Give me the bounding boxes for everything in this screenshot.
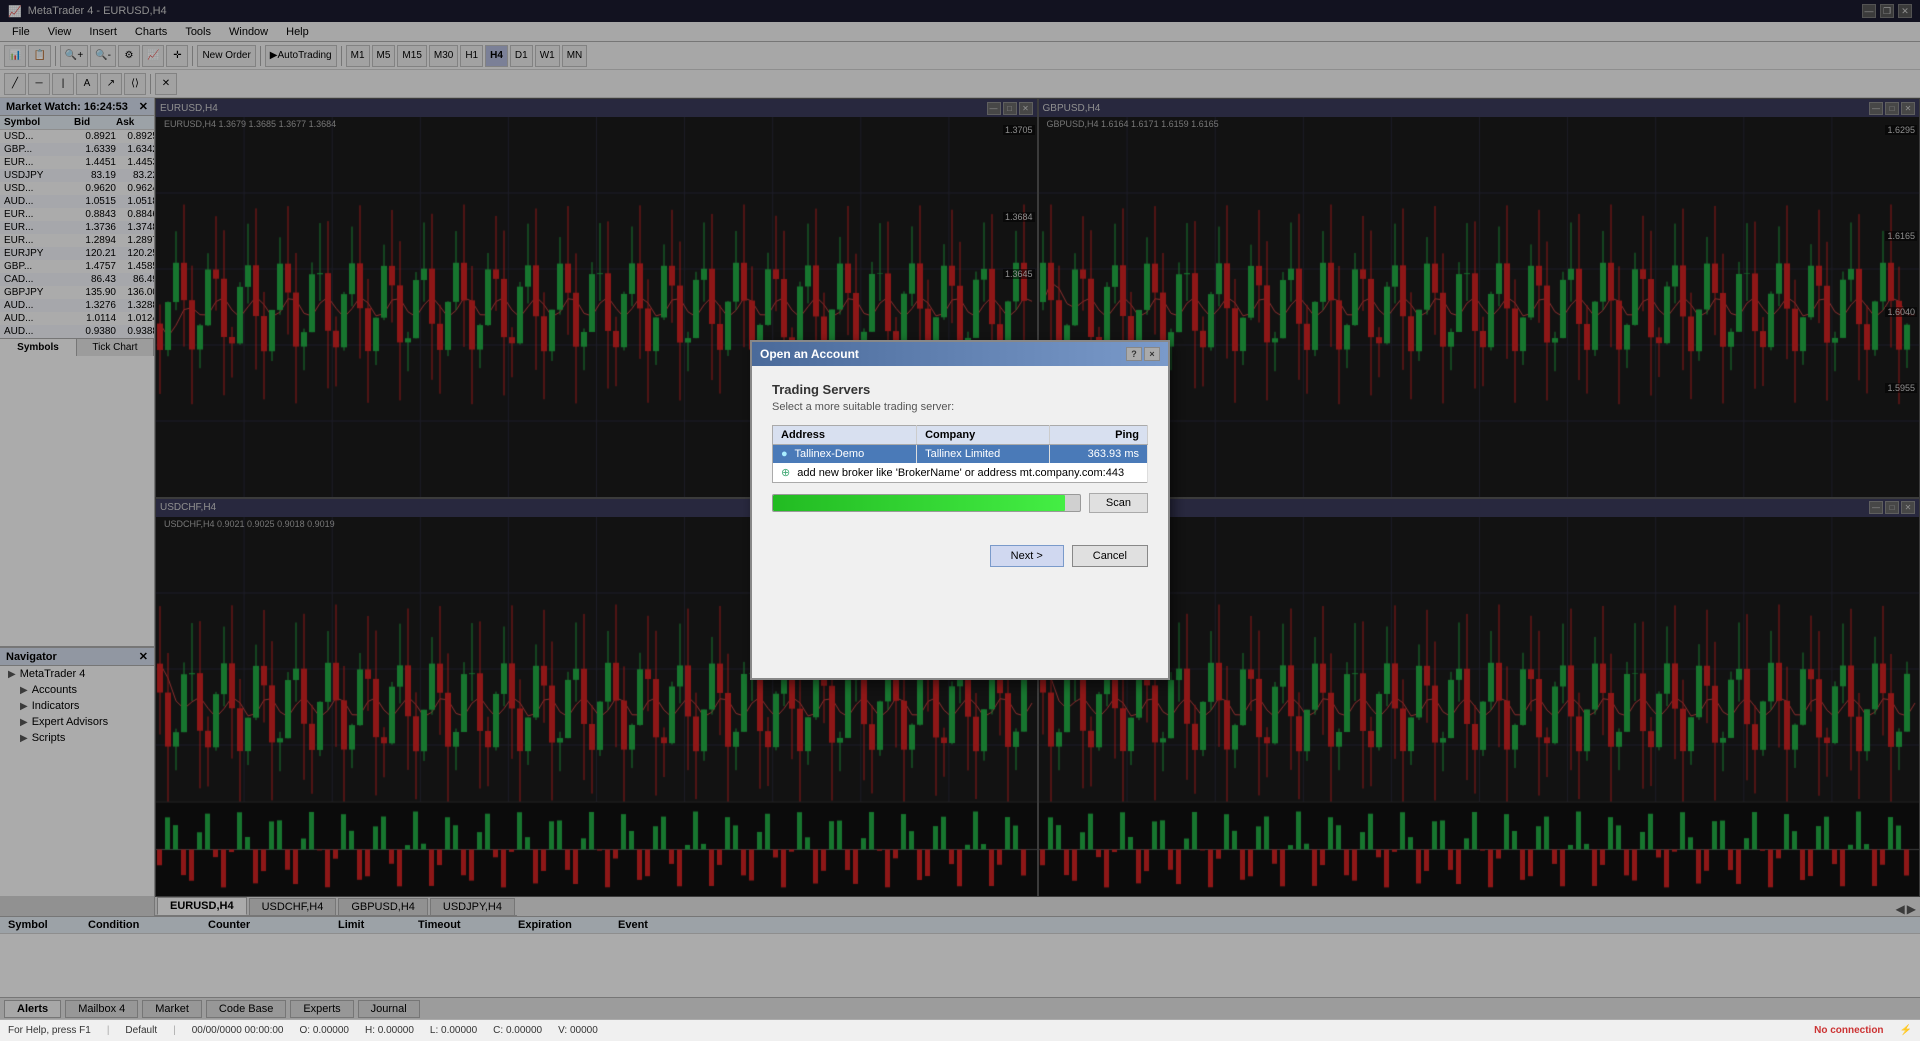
dialog-title: Open an Account	[760, 347, 859, 361]
status-o: O: 0.00000	[299, 1025, 348, 1036]
server-table-header: Address Company Ping	[773, 425, 1148, 444]
server-address-0: ● Tallinex-Demo	[773, 444, 917, 463]
server-table: Address Company Ping ● Tallinex-Demo Tal…	[772, 425, 1148, 483]
status-connection: No connection	[1814, 1025, 1883, 1036]
status-sep2: |	[173, 1025, 176, 1036]
server-table-body: ● Tallinex-Demo Tallinex Limited 363.93 …	[773, 444, 1148, 482]
status-l: L: 0.00000	[430, 1025, 477, 1036]
dialog-titlebar: Open an Account ? ×	[752, 342, 1168, 366]
server-company-0: Tallinex Limited	[917, 444, 1050, 463]
status-connection-icon: ⚡	[1900, 1025, 1912, 1036]
add-broker-cell: ⊕ add new broker like 'BrokerName' or ad…	[773, 463, 1148, 483]
col-address: Address	[773, 425, 917, 444]
progress-row: Scan	[772, 493, 1148, 513]
status-h: H: 0.00000	[365, 1025, 414, 1036]
modal-overlay: Open an Account ? × Trading Servers Sele…	[0, 0, 1920, 1019]
open-account-dialog: Open an Account ? × Trading Servers Sele…	[750, 340, 1170, 680]
status-sep1: |	[107, 1025, 110, 1036]
dialog-close-button[interactable]: ×	[1144, 347, 1160, 361]
dialog-section-title: Trading Servers	[772, 382, 1148, 397]
next-button[interactable]: Next >	[990, 545, 1064, 567]
add-broker-icon: ⊕	[781, 467, 790, 479]
status-help: For Help, press F1	[8, 1025, 91, 1036]
server-row-1[interactable]: ⊕ add new broker like 'BrokerName' or ad…	[773, 463, 1148, 483]
status-coords: 00/00/0000 00:00:00	[192, 1025, 284, 1036]
progress-bar-fill	[773, 495, 1065, 511]
dialog-body: Trading Servers Select a more suitable t…	[752, 366, 1168, 537]
col-ping: Ping	[1049, 425, 1147, 444]
add-broker-text: add new broker like 'BrokerName' or addr…	[797, 467, 1124, 479]
server-connected-icon: ●	[781, 448, 788, 460]
cancel-button[interactable]: Cancel	[1072, 545, 1148, 567]
progress-bar-background	[772, 494, 1081, 512]
scan-button[interactable]: Scan	[1089, 493, 1148, 513]
status-c: C: 0.00000	[493, 1025, 542, 1036]
dialog-footer: Next > Cancel	[752, 537, 1168, 581]
dialog-help-button[interactable]: ?	[1126, 347, 1142, 361]
dialog-subtitle: Select a more suitable trading server:	[772, 401, 1148, 413]
status-v: V: 00000	[558, 1025, 598, 1036]
col-company: Company	[917, 425, 1050, 444]
server-row-0[interactable]: ● Tallinex-Demo Tallinex Limited 363.93 …	[773, 444, 1148, 463]
status-default: Default	[125, 1025, 157, 1036]
dialog-titlebar-buttons: ? ×	[1126, 347, 1160, 361]
server-ping-0: 363.93 ms	[1049, 444, 1147, 463]
statusbar: For Help, press F1 | Default | 00/00/000…	[0, 1019, 1920, 1041]
